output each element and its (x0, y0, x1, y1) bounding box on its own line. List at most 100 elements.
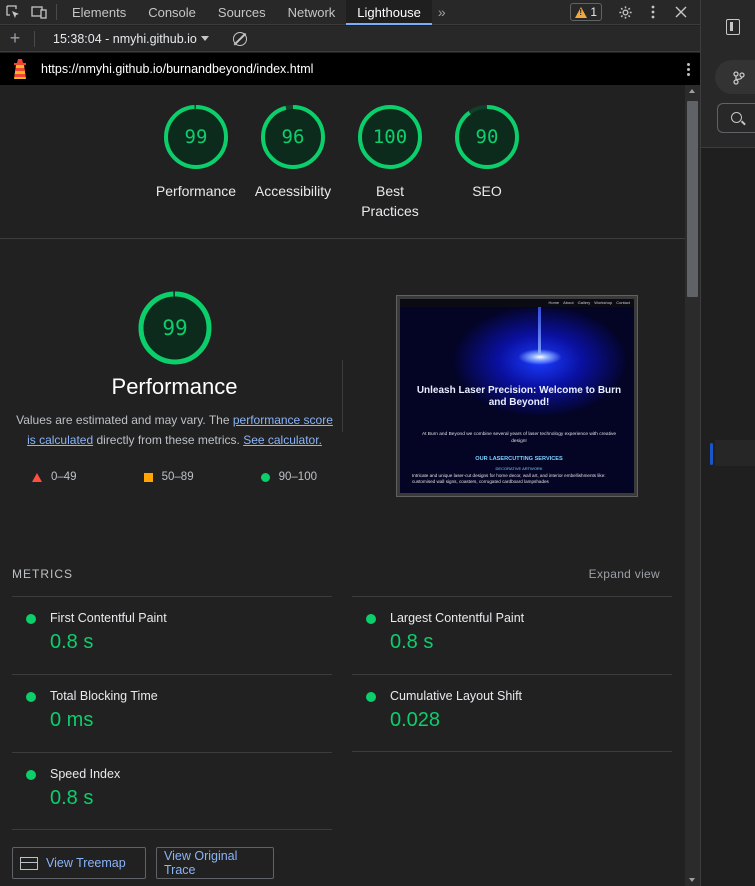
toggle-sidebar-icon[interactable] (726, 19, 740, 35)
metric-value: 0.8 s (50, 631, 94, 653)
side-selection-marker (710, 443, 713, 465)
see-calculator-link[interactable]: See calculator. (243, 433, 322, 447)
devtools-tab-bar: Elements Console Sources Network Lightho… (0, 0, 700, 25)
warnings-badge[interactable]: 1 (570, 3, 602, 21)
toolbar-divider (34, 30, 35, 47)
metric-name: Speed Index (50, 767, 121, 781)
metric-largest-contentful-paint[interactable]: Largest Contentful Paint 0.8 s (352, 596, 672, 674)
metric-value: 0 ms (50, 709, 94, 731)
report-menu-icon[interactable] (676, 62, 700, 76)
gauge-score: 96 (282, 126, 305, 148)
pass-circle-icon (26, 770, 36, 780)
metrics-heading: METRICS (12, 567, 73, 581)
customize-menu-icon[interactable] (640, 0, 666, 25)
metrics-divider (352, 751, 672, 752)
metrics-header: METRICS Expand view (12, 567, 660, 581)
gauge-score: 100 (373, 126, 407, 148)
gauge-label: SEO (472, 183, 502, 199)
warning-icon (575, 6, 588, 18)
screenshot-nav: Home About Gallery Workshop Contact (400, 299, 634, 307)
metrics-divider (12, 829, 332, 830)
toolbar-divider (56, 4, 57, 20)
pass-circle-icon (366, 692, 376, 702)
gauge-ring: 100 (358, 105, 422, 169)
performance-description: Values are estimated and may vary. The p… (16, 413, 333, 447)
clear-reports-icon[interactable] (232, 31, 247, 46)
gauge-performance[interactable]: 99 Performance (151, 104, 241, 201)
settings-gear-icon[interactable] (612, 0, 638, 25)
metric-total-blocking-time[interactable]: Total Blocking Time 0 ms (12, 674, 332, 752)
new-report-plus-icon[interactable]: + (0, 28, 30, 49)
treemap-icon (20, 856, 38, 870)
report-selector[interactable]: 15:38:04 - nmyhi.github.io (39, 32, 219, 46)
more-tabs-chevron-icon[interactable]: » (432, 4, 452, 20)
gauge-ring: 96 (261, 105, 325, 169)
metric-speed-index[interactable]: Speed Index 0.8 s (12, 752, 332, 830)
gauge-label: Performance (155, 183, 237, 199)
gauge-ring: 99 (164, 105, 228, 169)
scroll-down-arrow-icon[interactable] (689, 878, 695, 882)
fail-triangle-icon (32, 472, 42, 482)
side-panel-header (701, 0, 755, 148)
legend-average: 50–89 (143, 471, 194, 483)
metric-name: First Contentful Paint (50, 611, 167, 625)
scroll-thumb[interactable] (687, 101, 698, 297)
expand-view-toggle[interactable]: Expand view (589, 567, 660, 581)
report-scrollbar[interactable] (685, 85, 700, 886)
report-url-bar: https://nmyhi.github.io/burnandbeyond/in… (0, 53, 700, 85)
device-toolbar-icon[interactable] (26, 0, 52, 25)
performance-gauge: 99 (138, 291, 211, 365)
tab-lighthouse[interactable]: Lighthouse (346, 0, 432, 25)
scroll-up-arrow-icon[interactable] (689, 89, 695, 93)
gauge-ring: 90 (455, 105, 519, 169)
metric-value: 0.8 s (390, 631, 434, 653)
gauge-accessibility[interactable]: 96 Accessibility (248, 104, 338, 201)
view-original-trace-button[interactable]: View Original Trace (156, 847, 274, 879)
metric-name: Largest Contentful Paint (390, 611, 525, 625)
tab-console[interactable]: Console (137, 0, 207, 25)
gauge-score: 99 (185, 126, 208, 148)
screenshot-intro: At Burn and Beyond we combine several ye… (421, 432, 617, 444)
gauge-seo[interactable]: 90 SEO (442, 104, 532, 201)
score-legend: 0–49 50–89 90–100 (12, 471, 337, 483)
pass-circle-icon (366, 614, 376, 624)
metric-name: Total Blocking Time (50, 689, 158, 703)
report-selector-label: 15:38:04 - nmyhi.github.io (53, 31, 197, 46)
gauge-best-practices[interactable]: 100 Best Practices (345, 104, 435, 221)
inspect-element-icon[interactable] (0, 0, 26, 25)
performance-summary: 99 Performance Values are estimated and … (12, 290, 337, 483)
screenshot-services-sub: DECORATIVE ARTWORK (495, 466, 543, 471)
performance-score: 99 (162, 316, 187, 340)
tab-elements[interactable]: Elements (61, 0, 137, 25)
branch-icon (733, 71, 745, 88)
tab-network[interactable]: Network (277, 0, 347, 25)
legend-fail: 0–49 (32, 471, 77, 483)
gauge-label: Accessibility (254, 183, 332, 199)
branch-tab[interactable] (715, 60, 755, 94)
side-panel (700, 0, 755, 886)
lighthouse-report: 99 Performance 96 Accessibility 100 Best… (0, 85, 685, 886)
final-screenshot[interactable]: Home About Gallery Workshop Contact Unle… (396, 295, 638, 497)
performance-title: Performance (111, 374, 238, 399)
gauge-label: Best Practices (361, 183, 419, 219)
metric-first-contentful-paint[interactable]: First Contentful Paint 0.8 s (12, 596, 332, 674)
lighthouse-logo-icon (11, 58, 29, 80)
metric-cumulative-layout-shift[interactable]: Cumulative Layout Shift 0.028 (352, 674, 672, 752)
laser-flare (518, 349, 562, 365)
legend-pass: 90–100 (260, 471, 317, 483)
close-devtools-icon[interactable] (668, 0, 694, 25)
pass-circle-icon (26, 692, 36, 702)
average-square-icon (143, 472, 153, 482)
metric-value: 0.028 (390, 709, 441, 731)
view-treemap-button[interactable]: View Treemap (12, 847, 146, 879)
metric-name: Cumulative Layout Shift (390, 689, 523, 703)
pass-circle-icon (260, 472, 270, 482)
side-search-field[interactable] (717, 103, 755, 133)
vertical-divider (342, 360, 343, 432)
screenshot-services-text: Intricate and unique laser-cut designs f… (412, 473, 606, 484)
side-selected-row[interactable] (715, 440, 755, 466)
metric-value: 0.8 s (50, 787, 94, 809)
tab-sources[interactable]: Sources (207, 0, 277, 25)
report-url[interactable]: https://nmyhi.github.io/burnandbeyond/in… (41, 62, 676, 76)
search-icon (731, 112, 742, 123)
